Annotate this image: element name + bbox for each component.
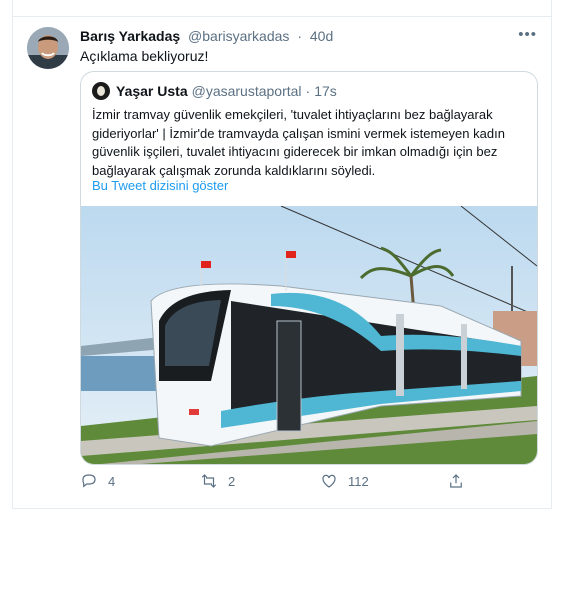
show-thread-link[interactable]: Bu Tweet dizisini göster <box>92 178 228 193</box>
tweet-text: Açıklama bekliyoruz! <box>80 48 209 64</box>
reply-button[interactable]: 4 <box>80 472 115 490</box>
timeline: 3 21 Barış Yarkadaş @barisyarkadas · 40d… <box>12 0 552 509</box>
author-handle[interactable]: @barisyarkadas <box>188 28 289 44</box>
quoted-separator: · <box>305 83 311 99</box>
share-icon[interactable] <box>449 0 465 5</box>
retweet-button[interactable]: 2 <box>200 472 235 490</box>
retweet-count: 2 <box>228 473 236 489</box>
reply-icon[interactable] <box>91 0 107 5</box>
quoted-tweet-header: Yaşar Usta @yasarustaportal · 17s <box>92 82 337 100</box>
author-avatar[interactable] <box>27 27 69 69</box>
reply-icon <box>82 474 96 488</box>
more-options-icon[interactable]: ••• <box>518 26 537 43</box>
heart-icon[interactable] <box>318 0 334 5</box>
heart-icon <box>322 474 336 488</box>
share-button[interactable] <box>447 472 475 490</box>
header-separator: · <box>297 28 302 44</box>
quoted-tweet-time[interactable]: 17s <box>314 83 337 99</box>
tweet-header: Barış Yarkadaş @barisyarkadas · 40d <box>80 28 333 44</box>
tweet-time[interactable]: 40d <box>310 28 333 44</box>
tweet[interactable]: Barış Yarkadaş @barisyarkadas · 40d ••• … <box>13 17 551 507</box>
previous-like-count: 21 <box>343 0 357 1</box>
tweet-actions: 4 2 112 <box>80 472 536 492</box>
quoted-author-name[interactable]: Yaşar Usta <box>116 83 188 99</box>
quoted-tweet[interactable]: Yaşar Usta @yasarustaportal · 17s İzmir … <box>80 71 538 465</box>
quoted-author-handle[interactable]: @yasarustaportal <box>192 83 302 99</box>
quoted-tweet-text: İzmir tramvay güvenlik emekçileri, 'tuva… <box>92 107 505 178</box>
previous-tweet-actions: 3 21 <box>13 0 551 6</box>
reply-count: 4 <box>108 473 116 489</box>
like-count: 112 <box>348 473 369 489</box>
quoted-author-avatar[interactable] <box>92 82 110 100</box>
retweet-icon[interactable] <box>203 0 219 5</box>
share-icon <box>450 474 462 488</box>
like-button[interactable]: 112 <box>320 472 369 490</box>
quoted-tweet-image[interactable] <box>81 205 537 464</box>
author-name[interactable]: Barış Yarkadaş <box>80 28 180 44</box>
previous-retweet-count: 3 <box>225 0 232 1</box>
retweet-icon <box>201 474 217 488</box>
